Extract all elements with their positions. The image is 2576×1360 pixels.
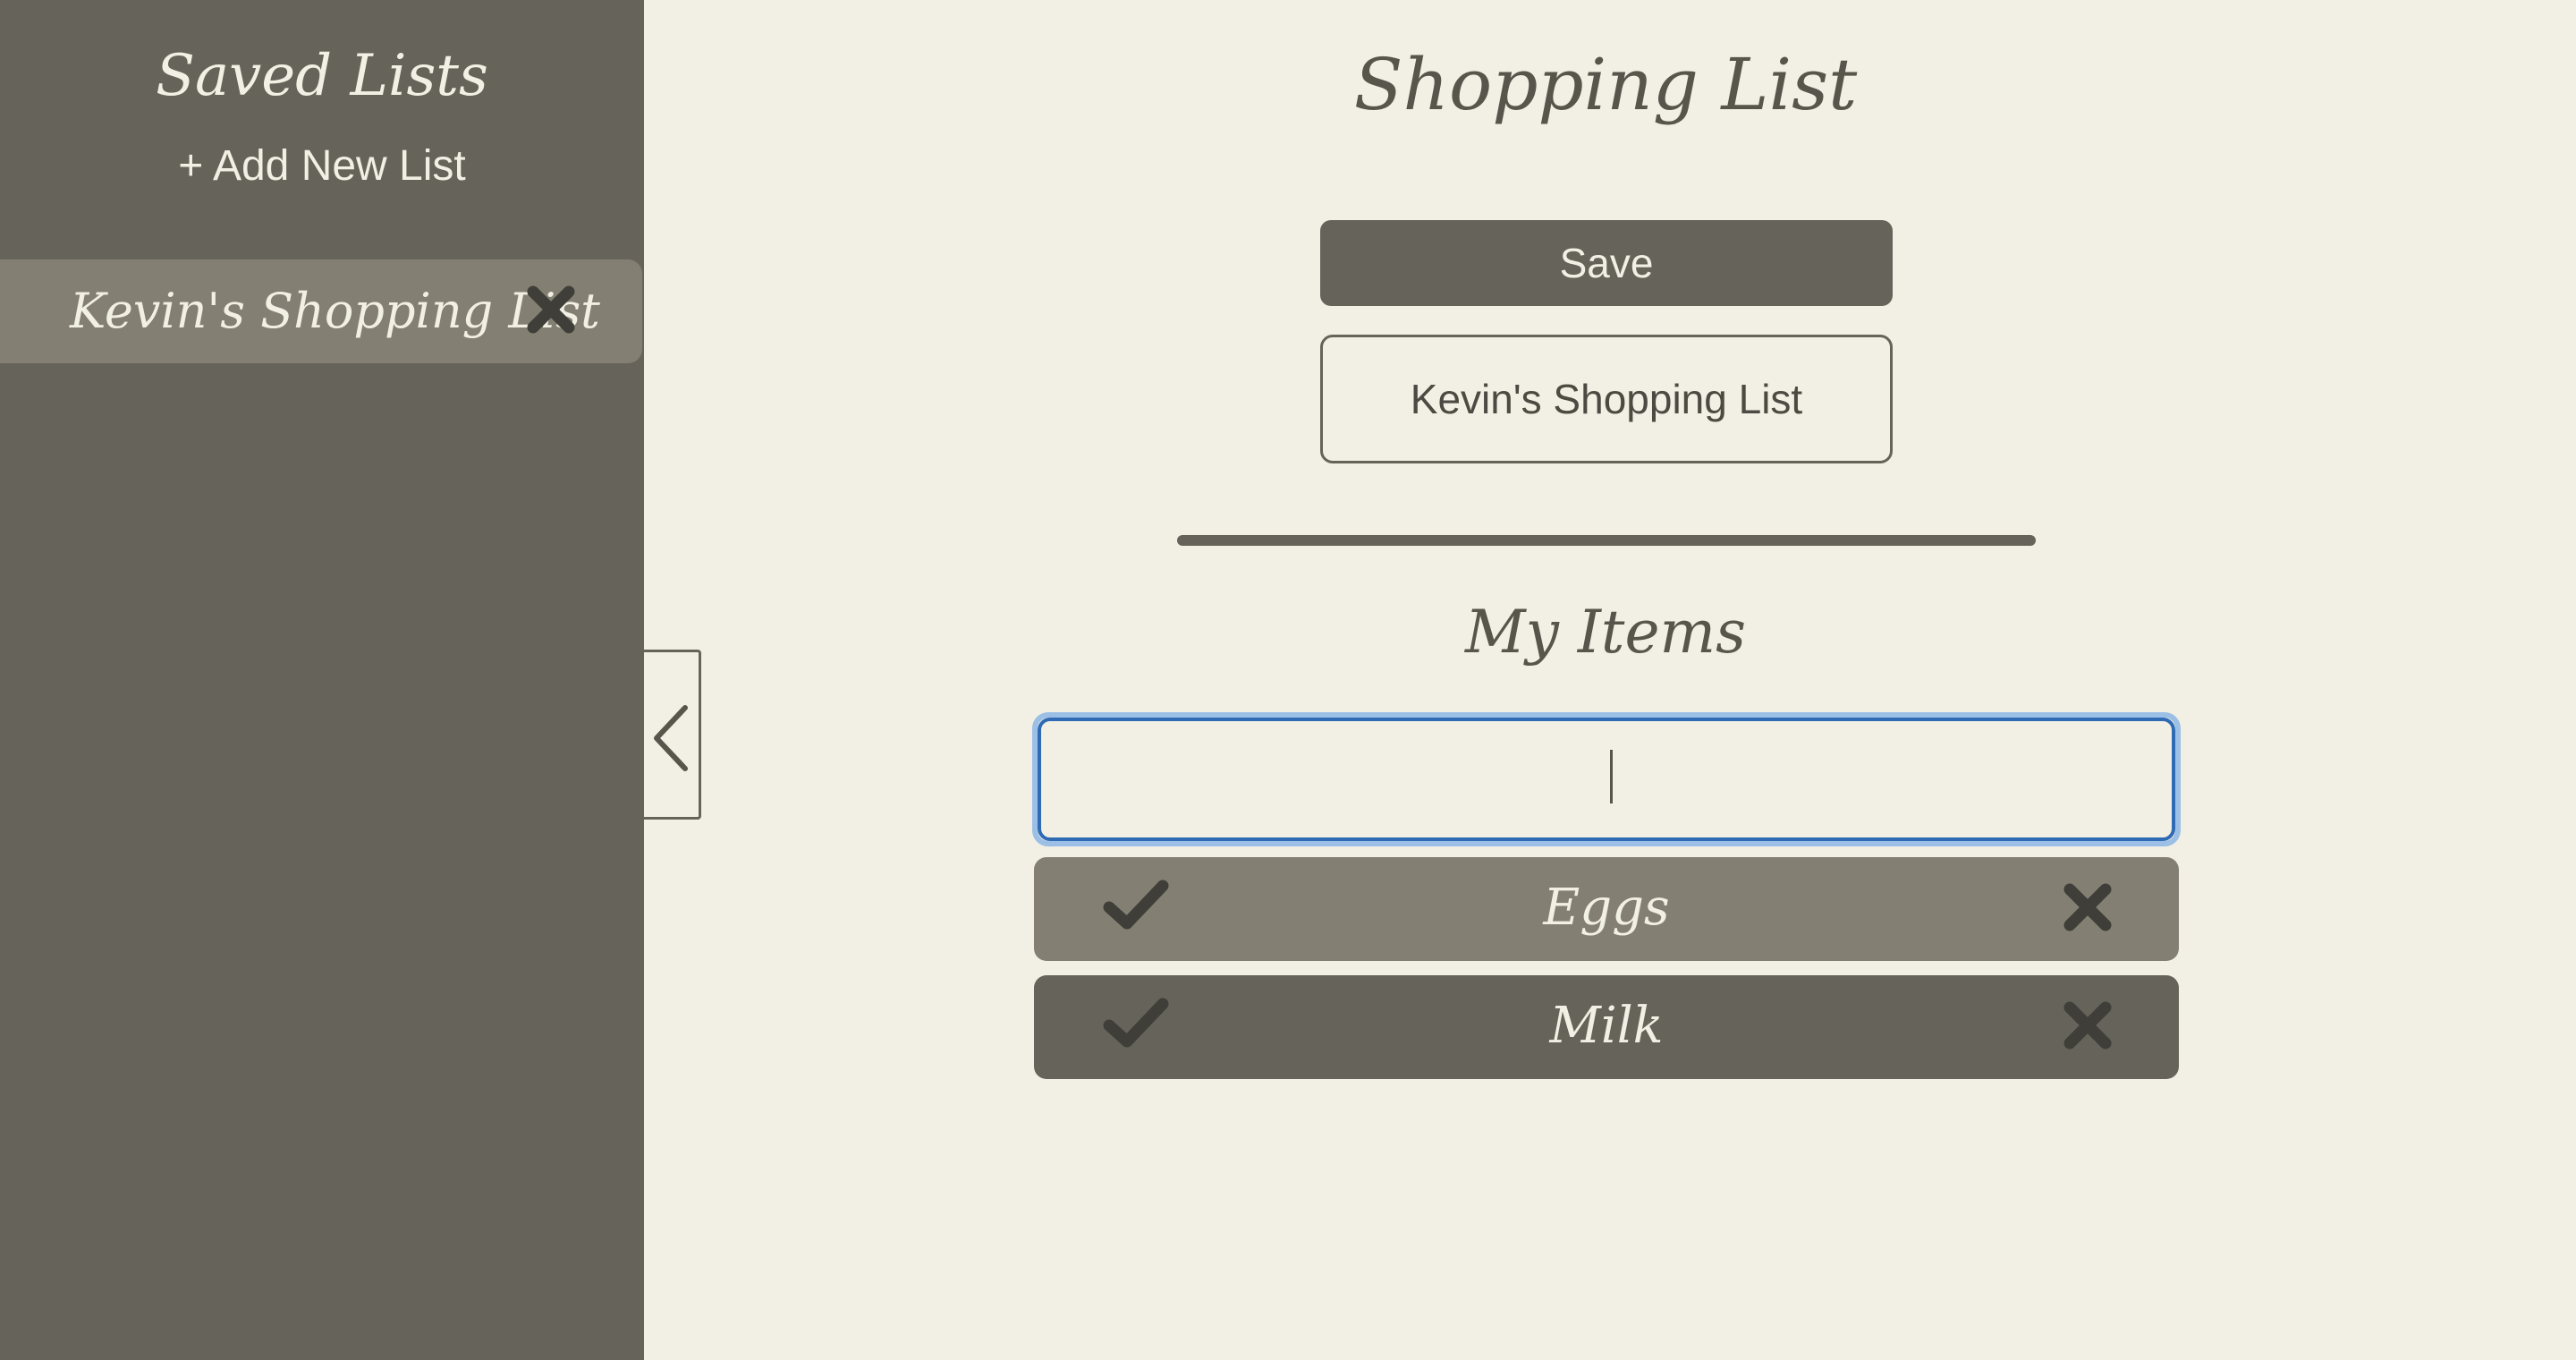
close-x-icon[interactable] bbox=[2063, 882, 2113, 932]
item-label: Milk bbox=[1549, 997, 1664, 1055]
divider bbox=[1177, 535, 2036, 546]
item-label: Eggs bbox=[1543, 879, 1670, 937]
new-item-input[interactable] bbox=[1038, 718, 2175, 841]
saved-list-label[interactable]: Kevin's Shopping List bbox=[70, 283, 600, 339]
collapse-sidebar-toggle[interactable] bbox=[644, 650, 701, 820]
list-item: Milk bbox=[1034, 975, 2179, 1079]
new-item-input-focus-ring bbox=[1032, 712, 2181, 846]
list-item: Eggs bbox=[1034, 857, 2179, 961]
list-name-input[interactable] bbox=[1320, 335, 1893, 463]
items-title: My Items bbox=[1465, 598, 1746, 667]
sidebar-title: Saved Lists bbox=[156, 43, 488, 109]
save-button[interactable]: Save bbox=[1320, 220, 1893, 306]
close-x-icon[interactable] bbox=[526, 285, 576, 335]
sidebar: Saved Lists + Add New List Kevin's Shopp… bbox=[0, 0, 644, 1360]
saved-list-item[interactable]: Kevin's Shopping List bbox=[0, 259, 642, 363]
add-new-list-button[interactable]: + Add New List bbox=[0, 141, 644, 191]
text-caret bbox=[1610, 750, 1613, 803]
page-title: Shopping List bbox=[1353, 43, 1858, 126]
close-x-icon[interactable] bbox=[2063, 1000, 2113, 1050]
chevron-left-icon bbox=[654, 705, 688, 771]
